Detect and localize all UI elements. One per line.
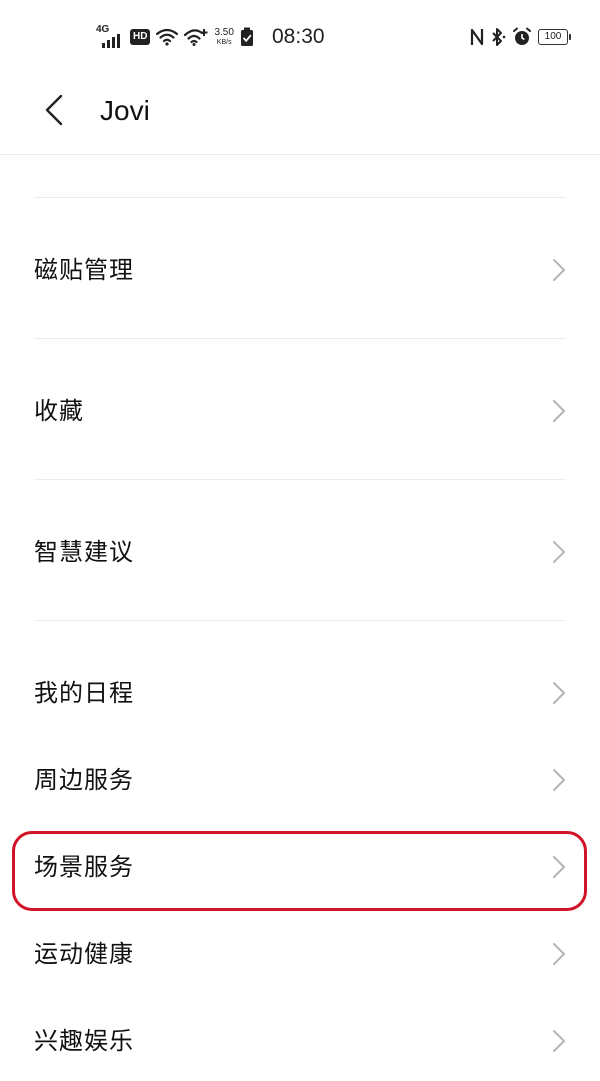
chevron-right-icon — [553, 1030, 565, 1052]
menu-list: 磁贴管理 收藏 智慧建议 我的日程 周边服务 场景服务 运动健康 兴趣娱乐 — [0, 0, 600, 1077]
speed-unit: KB/s — [216, 39, 232, 46]
menu-item-label: 磁贴管理 — [34, 256, 134, 284]
menu-item-smart-suggestions[interactable]: 智慧建议 — [0, 512, 600, 592]
menu-item-favorites[interactable]: 收藏 — [0, 371, 600, 451]
menu-item-label: 我的日程 — [34, 679, 134, 707]
nfc-icon — [470, 28, 484, 46]
sim-check-icon — [240, 27, 253, 46]
divider — [34, 197, 566, 198]
menu-item-nearby-services[interactable]: 周边服务 — [0, 740, 600, 820]
wifi-plus-icon — [184, 29, 208, 46]
chevron-right-icon — [553, 769, 565, 791]
menu-item-scene-services[interactable]: 场景服务 — [0, 827, 600, 907]
chevron-right-icon — [553, 259, 565, 281]
hd-badge: HD — [130, 29, 151, 45]
chevron-right-icon — [553, 856, 565, 878]
divider — [34, 338, 566, 339]
status-time: 08:30 — [272, 25, 325, 48]
status-bar: 4G HD 3.50 KB/s 08:30 100 — [0, 0, 600, 72]
chevron-right-icon — [553, 682, 565, 704]
status-right-group: 100 — [470, 24, 571, 50]
divider — [34, 620, 566, 621]
title-bar: Jovi — [0, 72, 600, 155]
bluetooth-icon — [492, 28, 506, 46]
signal-icon: 4G — [96, 24, 124, 48]
page-title: Jovi — [100, 95, 150, 126]
menu-item-my-schedule[interactable]: 我的日程 — [0, 653, 600, 733]
menu-item-label: 周边服务 — [34, 766, 134, 794]
wifi-icon — [156, 28, 179, 46]
battery-level: 100 — [544, 31, 562, 42]
battery-icon: 100 — [538, 29, 571, 45]
chevron-right-icon — [553, 400, 565, 422]
speed-value: 3.50 — [214, 27, 234, 38]
divider — [34, 479, 566, 480]
menu-item-sports-health[interactable]: 运动健康 — [0, 914, 600, 994]
chevron-right-icon — [553, 943, 565, 965]
chevron-right-icon — [553, 541, 565, 563]
menu-item-label: 智慧建议 — [34, 538, 134, 566]
back-button[interactable] — [34, 90, 74, 130]
menu-item-label: 兴趣娱乐 — [34, 1027, 134, 1055]
menu-item-label: 场景服务 — [34, 853, 134, 881]
menu-item-label: 收藏 — [34, 397, 84, 425]
network-speed: 3.50 KB/s — [214, 27, 234, 47]
status-left-group: 4G HD 3.50 KB/s — [96, 24, 254, 50]
menu-item-tile-management[interactable]: 磁贴管理 — [0, 230, 600, 310]
menu-item-entertainment[interactable]: 兴趣娱乐 — [0, 1001, 600, 1081]
menu-item-label: 运动健康 — [34, 940, 134, 968]
alarm-icon — [513, 27, 531, 45]
chevron-left-icon — [45, 94, 63, 126]
